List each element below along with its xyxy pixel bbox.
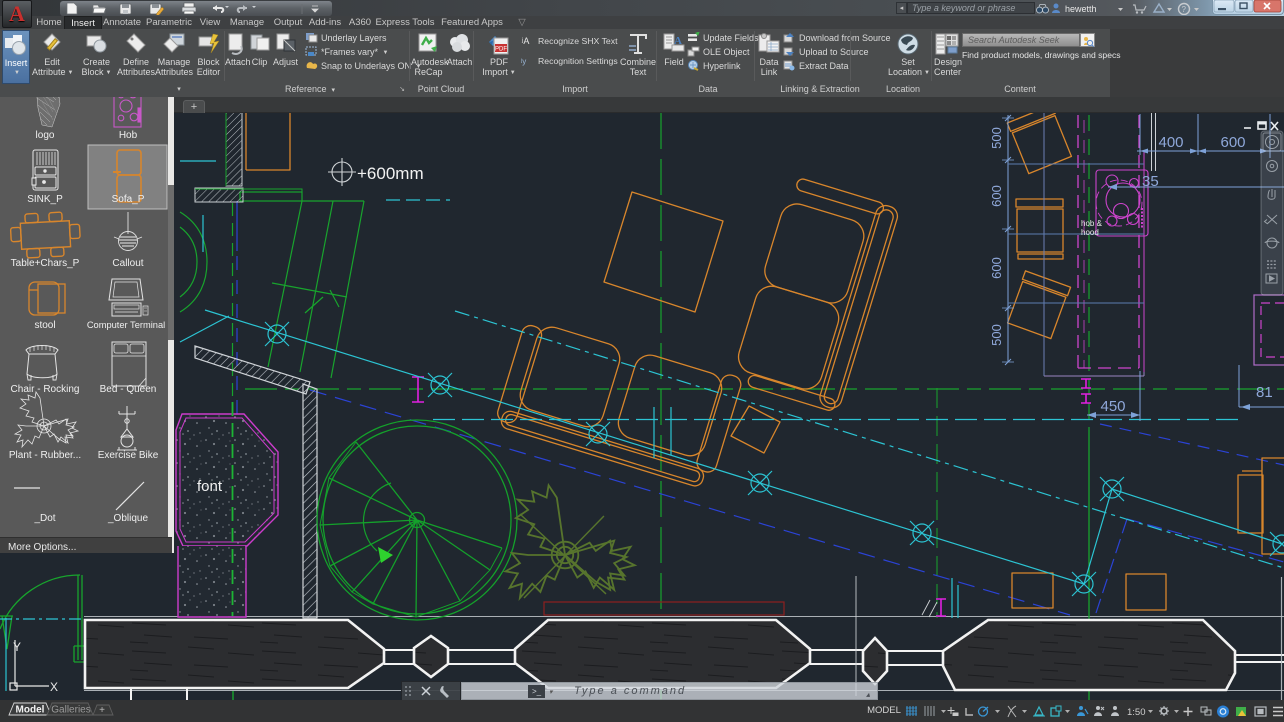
- svg-text:35: 35: [1142, 173, 1159, 190]
- svg-text:450: 450: [1100, 398, 1125, 415]
- svg-text:ʲA: ʲA: [521, 36, 529, 46]
- svg-text:Model: Model: [16, 705, 45, 716]
- svg-text:PDF: PDF: [495, 47, 507, 53]
- svg-text:1:50: 1:50: [1127, 707, 1146, 718]
- svg-text:+: +: [99, 705, 105, 716]
- svg-text:Y: Y: [13, 640, 21, 654]
- svg-text:?: ?: [1182, 5, 1187, 14]
- svg-text:X: X: [50, 680, 58, 694]
- svg-text:81: 81: [1256, 384, 1273, 401]
- svg-text:hood: hood: [1081, 228, 1099, 237]
- svg-text:hewetth: hewetth: [1065, 4, 1097, 14]
- svg-text:ʲy: ʲy: [521, 57, 526, 66]
- svg-text:Galleries: Galleries: [51, 705, 90, 716]
- svg-text:600: 600: [989, 257, 1004, 279]
- svg-text:600: 600: [989, 185, 1004, 207]
- svg-text:font: font: [197, 478, 223, 495]
- svg-text:400: 400: [1158, 134, 1183, 151]
- svg-text:+600mm: +600mm: [357, 164, 424, 183]
- svg-text:500: 500: [989, 324, 1004, 346]
- svg-text:500: 500: [989, 127, 1004, 149]
- svg-text:600: 600: [1220, 134, 1245, 151]
- svg-text:hob &: hob &: [1081, 219, 1103, 228]
